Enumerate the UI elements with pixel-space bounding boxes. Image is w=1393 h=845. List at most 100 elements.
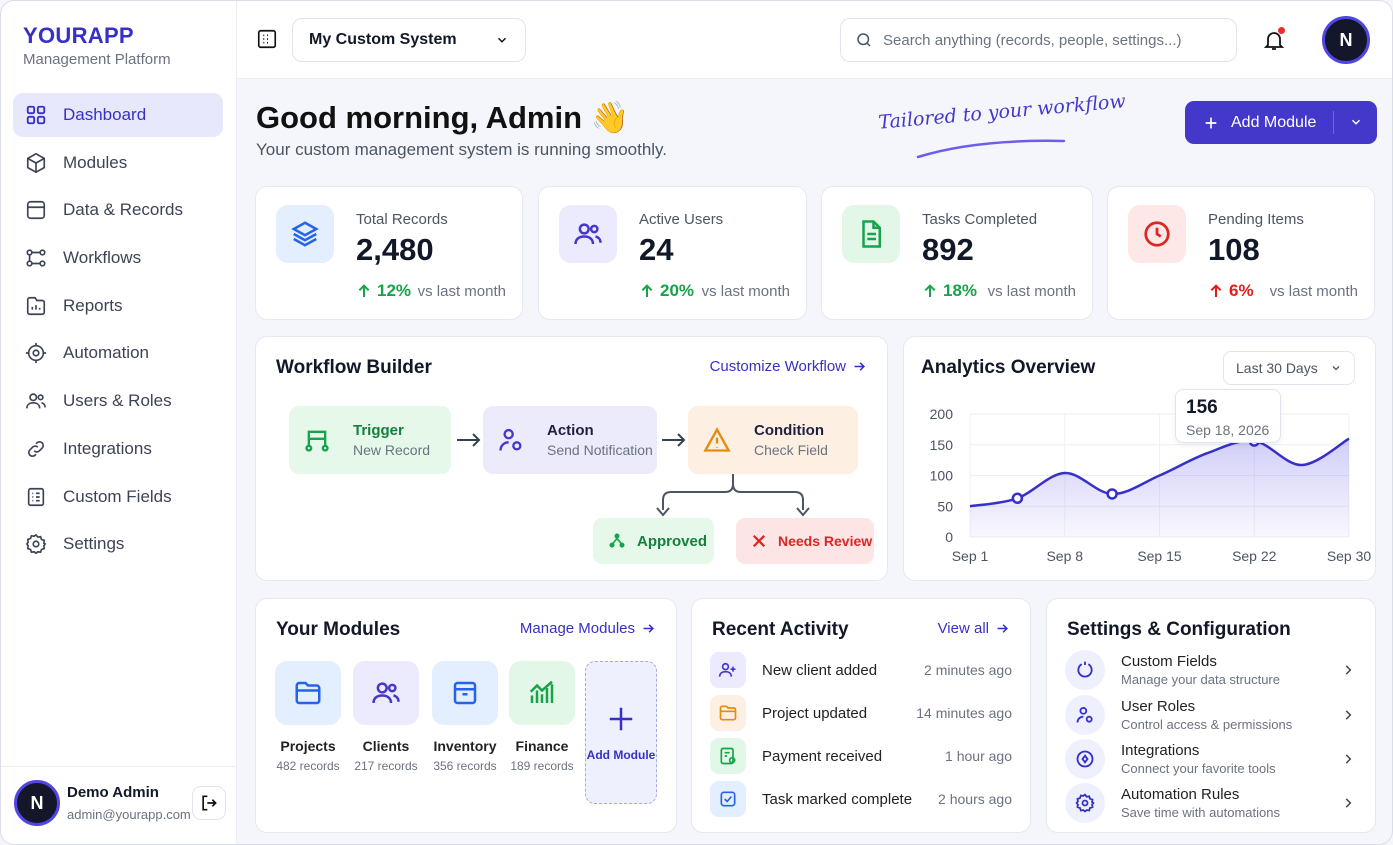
workflow-icon (26, 249, 46, 267)
stat-card-pending-items[interactable]: Pending Items 108 6% vs last month (1107, 186, 1375, 320)
sidebar-item-settings[interactable]: Settings (13, 522, 223, 566)
user-roles-icon (1065, 695, 1105, 735)
chart-tooltip: 156 Sep 18, 2026 (1175, 389, 1281, 443)
sidebar-item-label: Users & Roles (63, 391, 172, 411)
y-tick-label: 150 (930, 437, 954, 453)
module-clients[interactable]: Clients 217 records (353, 661, 419, 773)
sidebar-item-integrations[interactable]: Integrations (13, 427, 223, 471)
gear-icon (1065, 783, 1105, 823)
logout-button[interactable] (192, 786, 226, 820)
settings-item-integrations[interactable]: Integrations Connect your favorite tools (1065, 739, 1355, 779)
chevron-right-icon (1345, 665, 1352, 675)
users-icon (353, 661, 419, 725)
activity-item[interactable]: New client added 2 minutes ago (710, 652, 1012, 688)
settings-item-subtitle: Control access & permissions (1121, 717, 1293, 732)
module-count: 482 records (276, 759, 340, 773)
arrow-right-icon (997, 624, 1008, 633)
stat-change-value: 6% (1229, 281, 1254, 300)
warning-icon (703, 427, 731, 452)
y-tick-label: 0 (945, 529, 953, 545)
settings-item-user-roles[interactable]: User Roles Control access & permissions (1065, 695, 1355, 735)
module-name: Clients (362, 738, 410, 754)
workflow-node-trigger[interactable]: Trigger New Record (289, 406, 451, 474)
add-module-tile[interactable]: Add Module (585, 661, 657, 804)
activity-item[interactable]: Task marked complete 2 hours ago (710, 781, 1012, 817)
arrow-up-icon (924, 284, 936, 297)
outcome-needs-review[interactable]: Needs Review (736, 518, 874, 564)
box-icon (432, 661, 498, 725)
workflow-node-condition[interactable]: Condition Check Field (688, 406, 858, 474)
sidebar-item-label: Settings (63, 534, 125, 554)
activity-time: 14 minutes ago (916, 705, 1012, 721)
sidebar-item-custom-fields[interactable]: Custom Fields (13, 475, 223, 519)
chevron-down-icon[interactable] (1349, 115, 1363, 129)
arrow-up-icon (358, 284, 370, 297)
brand[interactable]: YOURAPP Management Platform (23, 23, 171, 68)
node-subtitle: Send Notification (547, 442, 653, 458)
analytics-line-chart[interactable]: 0 50 100 150 200 Sep 1 Sep 8 Sep 15 Sep 22 Sep 30 (904, 337, 1377, 582)
app-window: YOURAPP Management Platform Dashboard Mo… (0, 0, 1393, 845)
plus-icon (1205, 117, 1217, 128)
stat-label: Pending Items (1208, 211, 1304, 228)
link-label: Manage Modules (519, 620, 635, 637)
settings-item-custom-fields[interactable]: Custom Fields Manage your data structure (1065, 650, 1355, 690)
outcome-approved[interactable]: Approved (593, 518, 714, 564)
workflow-node-action[interactable]: Action Send Notification (483, 406, 657, 474)
x-tick-label: Sep 8 (1046, 548, 1083, 564)
stat-card-tasks-completed[interactable]: Tasks Completed 892 18% vs last month (821, 186, 1093, 320)
sidebar-item-label: Dashboard (63, 105, 147, 124)
add-module-label: Add Module (1231, 113, 1317, 131)
add-module-label: Add Module (586, 747, 656, 762)
user-avatar[interactable]: N (1322, 16, 1370, 64)
module-count: 356 records (433, 759, 497, 773)
automation-icon (25, 343, 47, 364)
module-count: 189 records (510, 759, 574, 773)
notifications-button[interactable] (1262, 27, 1286, 53)
chart-icon (509, 661, 575, 725)
settings-item-automation-rules[interactable]: Automation Rules Save time with automatio… (1065, 783, 1355, 823)
sidebar-item-reports[interactable]: Reports (13, 284, 223, 328)
sidebar-item-dashboard[interactable]: Dashboard (13, 93, 223, 137)
stat-card-total-records[interactable]: Total Records 2,480 12% vs last month (255, 186, 523, 320)
module-inventory[interactable]: Inventory 356 records (432, 661, 498, 773)
data-point (1106, 488, 1118, 500)
activity-text: Payment received (762, 747, 883, 765)
avatar[interactable]: N (14, 780, 60, 826)
system-select[interactable]: My Custom System (292, 18, 526, 62)
module-name: Projects (280, 738, 336, 754)
search-icon (857, 33, 871, 47)
brand-name: YOURAPP (23, 23, 134, 48)
module-projects[interactable]: Projects 482 records (275, 661, 341, 773)
module-finance[interactable]: Finance 189 records (509, 661, 575, 773)
arrow-up-icon (1210, 284, 1222, 297)
sidebar-item-automation[interactable]: Automation (13, 331, 223, 375)
building-icon[interactable] (256, 28, 278, 50)
tooltip-date: Sep 18, 2026 (1186, 422, 1270, 438)
activity-item[interactable]: Project updated 14 minutes ago (710, 695, 1012, 731)
modules-card: Your Modules Manage Modules Projects 482… (255, 598, 677, 833)
add-module-button[interactable]: Add Module (1185, 101, 1377, 144)
sidebar-item-label: Data & Records (63, 200, 183, 220)
stat-comparison: vs last month (987, 283, 1076, 300)
sidebar-item-workflows[interactable]: Workflows (13, 236, 223, 280)
stat-change: 20% (639, 281, 694, 301)
workflow-icon (305, 430, 329, 452)
sidebar-item-data-records[interactable]: Data & Records (13, 188, 223, 232)
stat-label: Tasks Completed (922, 211, 1038, 228)
check-square-icon (710, 781, 746, 817)
manage-modules-link[interactable]: Manage Modules (520, 620, 656, 637)
close-icon (752, 534, 766, 548)
stat-card-active-users[interactable]: Active Users 24 20% vs last month (538, 186, 807, 320)
sidebar-item-users-roles[interactable]: Users & Roles (13, 379, 223, 423)
page-subtitle: Your custom management system is running… (256, 140, 668, 159)
sidebar-item-modules[interactable]: Modules (13, 141, 223, 185)
activity-item[interactable]: Payment received 1 hour ago (710, 738, 1012, 774)
stat-value: 24 (639, 232, 674, 267)
stat-value: 2,480 (356, 232, 434, 267)
profile-email: admin@yourapp.com (67, 807, 191, 822)
search-input[interactable] (883, 31, 1223, 49)
topbar: My Custom System N (237, 1, 1392, 79)
settings-item-subtitle: Connect your favorite tools (1121, 761, 1276, 776)
customize-workflow-link[interactable]: Customize Workflow (710, 358, 867, 375)
view-all-link[interactable]: View all (938, 620, 1010, 637)
